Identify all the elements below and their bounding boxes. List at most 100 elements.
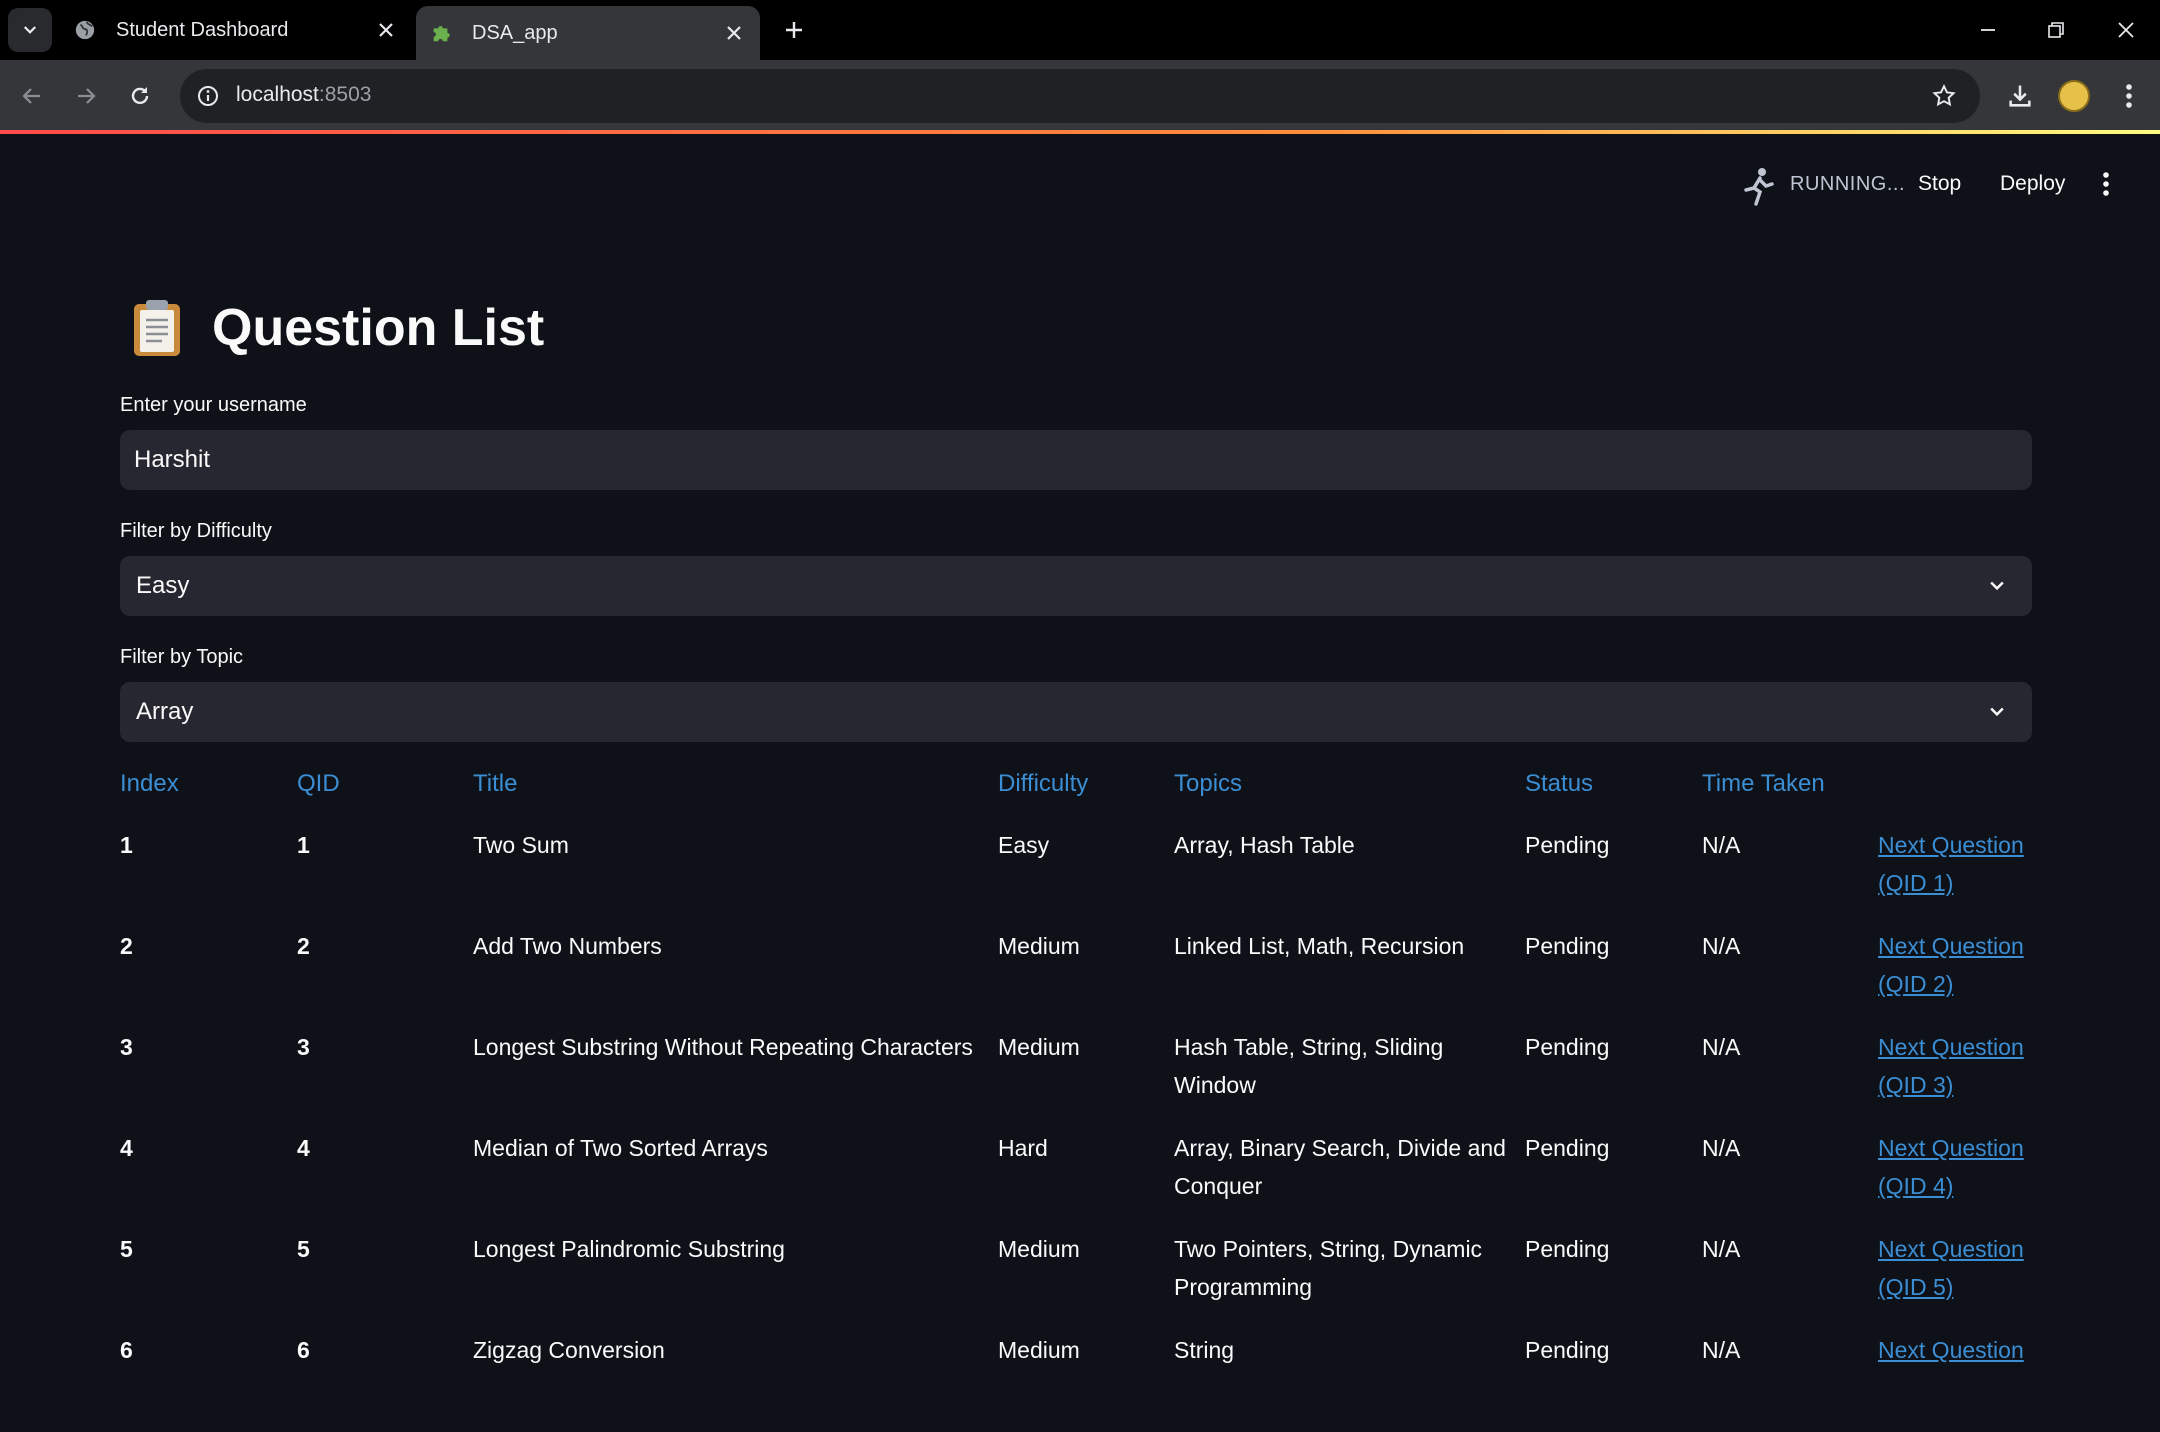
row-title: Longest Palindromic Substring	[473, 1236, 785, 1262]
next-question-link-cell: Next Question (QID 4)	[1878, 1129, 2038, 1205]
next-question-link-cell: Next Question	[1878, 1331, 2038, 1369]
row-index: 3	[120, 1034, 133, 1060]
topic-selected-value: Array	[136, 698, 194, 725]
row-difficulty: Hard	[998, 1135, 1048, 1161]
reload-button[interactable]	[122, 78, 158, 114]
column-header-topics: Topics	[1174, 770, 1243, 797]
topic-filter-label: Filter by Topic	[120, 646, 244, 668]
row-time-taken: N/A	[1702, 1337, 1741, 1363]
arrow-right-icon	[78, 88, 96, 104]
topic-select[interactable]: Array	[120, 682, 2032, 742]
row-time-taken: N/A	[1702, 832, 1741, 858]
row-title: Two Sum	[473, 832, 569, 858]
next-question-link[interactable]: Next Question (QID 2)	[1878, 933, 2024, 997]
column-header-time-taken: Time Taken	[1702, 770, 1825, 797]
next-question-link[interactable]: Next Question (QID 3)	[1878, 1034, 2024, 1098]
app-header: RUNNING... Stop Deploy	[0, 134, 2160, 238]
row-qid: 4	[297, 1135, 310, 1161]
row-title: Zigzag Conversion	[473, 1337, 665, 1363]
profile-avatar[interactable]	[2058, 80, 2090, 112]
row-index: 2	[120, 933, 133, 959]
chevron-down-icon	[1984, 572, 2010, 598]
table-row: 6 6 Zigzag Conversion Medium String Pend…	[120, 1331, 2032, 1432]
row-index: 4	[120, 1135, 133, 1161]
next-question-link-cell: Next Question (QID 1)	[1878, 826, 2038, 902]
close-tab-icon[interactable]	[374, 18, 398, 42]
download-icon[interactable]	[2002, 78, 2038, 114]
row-status: Pending	[1525, 1236, 1610, 1262]
row-topics: Hash Table, String, Sliding Window	[1174, 1034, 1444, 1098]
minimize-icon	[1981, 29, 1995, 31]
row-topics: Two Pointers, String, Dynamic Programmin…	[1174, 1236, 1483, 1300]
row-qid: 6	[297, 1337, 310, 1363]
column-header-difficulty: Difficulty	[998, 770, 1089, 797]
row-topics: String	[1174, 1337, 1235, 1363]
row-topics: Linked List, Math, Recursion	[1174, 933, 1465, 959]
row-difficulty: Medium	[998, 1337, 1080, 1363]
restore-icon	[2048, 22, 2064, 38]
new-tab-button[interactable]	[780, 16, 808, 44]
back-button[interactable]	[14, 78, 50, 114]
page-title: Question List	[212, 299, 545, 357]
browser-tab-bar: Student Dashboard DSA_app	[0, 0, 2160, 60]
row-qid: 3	[297, 1034, 310, 1060]
row-index: 5	[120, 1236, 133, 1262]
column-header-index: Index	[120, 770, 179, 797]
tab-student-dashboard[interactable]: Student Dashboard	[70, 0, 412, 60]
minimize-button[interactable]	[1972, 14, 2004, 46]
column-header-status: Status	[1525, 770, 1594, 797]
row-time-taken: N/A	[1702, 1236, 1741, 1262]
browser-menu-icon[interactable]	[2114, 78, 2144, 114]
puzzle-icon	[430, 22, 452, 44]
running-status-text: RUNNING...	[1790, 173, 1905, 195]
plus-icon	[786, 22, 802, 38]
address-bar[interactable]: localhost:8503	[180, 69, 1980, 123]
table-row: 5 5 Longest Palindromic Substring Medium…	[120, 1230, 2032, 1331]
column-header-qid: QID	[297, 770, 340, 797]
next-question-link[interactable]: Next Question	[1878, 1337, 2024, 1363]
username-value: Harshit	[134, 446, 211, 473]
username-input[interactable]: Harshit	[120, 430, 2032, 490]
table-row: 3 3 Longest Substring Without Repeating …	[120, 1028, 2032, 1129]
table-row: 1 1 Two Sum Easy Array, Hash Table Pendi…	[120, 826, 2032, 927]
deploy-button[interactable]: Deploy	[1990, 170, 2075, 198]
clipboard-icon	[134, 300, 180, 356]
close-window-button[interactable]	[2110, 14, 2142, 46]
difficulty-select[interactable]: Easy	[120, 556, 2032, 616]
next-question-link-cell: Next Question (QID 2)	[1878, 927, 2038, 1003]
app-main-menu-icon[interactable]	[2094, 164, 2118, 204]
row-index: 6	[120, 1337, 133, 1363]
row-status: Pending	[1525, 933, 1610, 959]
row-qid: 2	[297, 933, 310, 959]
site-info-icon[interactable]	[194, 82, 222, 110]
next-question-link-cell: Next Question (QID 5)	[1878, 1230, 2038, 1306]
tab-title: DSA_app	[472, 21, 558, 44]
close-tab-icon[interactable]	[722, 21, 746, 45]
row-status: Pending	[1525, 1337, 1610, 1363]
row-time-taken: N/A	[1702, 1135, 1741, 1161]
globe-icon	[74, 19, 96, 41]
stop-button[interactable]: Stop	[1908, 170, 1971, 198]
row-title: Median of Two Sorted Arrays	[473, 1135, 768, 1161]
tab-search-button[interactable]	[8, 8, 52, 52]
row-status: Pending	[1525, 832, 1610, 858]
next-question-link[interactable]: Next Question (QID 5)	[1878, 1236, 2024, 1300]
restore-button[interactable]	[2040, 14, 2072, 46]
chevron-down-icon	[23, 26, 37, 34]
arrow-left-icon	[22, 88, 40, 104]
next-question-link-cell: Next Question (QID 3)	[1878, 1028, 2038, 1104]
next-question-link[interactable]: Next Question (QID 1)	[1878, 832, 2024, 896]
bookmark-star-icon[interactable]	[1930, 82, 1958, 110]
tab-dsa-app[interactable]: DSA_app	[416, 6, 760, 60]
running-man-icon	[1744, 168, 1774, 206]
row-difficulty: Medium	[998, 1236, 1080, 1262]
reload-icon	[131, 87, 149, 105]
forward-button[interactable]	[68, 78, 104, 114]
difficulty-selected-value: Easy	[136, 572, 190, 599]
next-question-link[interactable]: Next Question (QID 4)	[1878, 1135, 2024, 1199]
row-time-taken: N/A	[1702, 933, 1741, 959]
page-title-row: Question List	[130, 298, 544, 358]
row-status: Pending	[1525, 1135, 1610, 1161]
difficulty-filter-label: Filter by Difficulty	[120, 520, 272, 542]
column-header-title: Title	[473, 770, 518, 797]
